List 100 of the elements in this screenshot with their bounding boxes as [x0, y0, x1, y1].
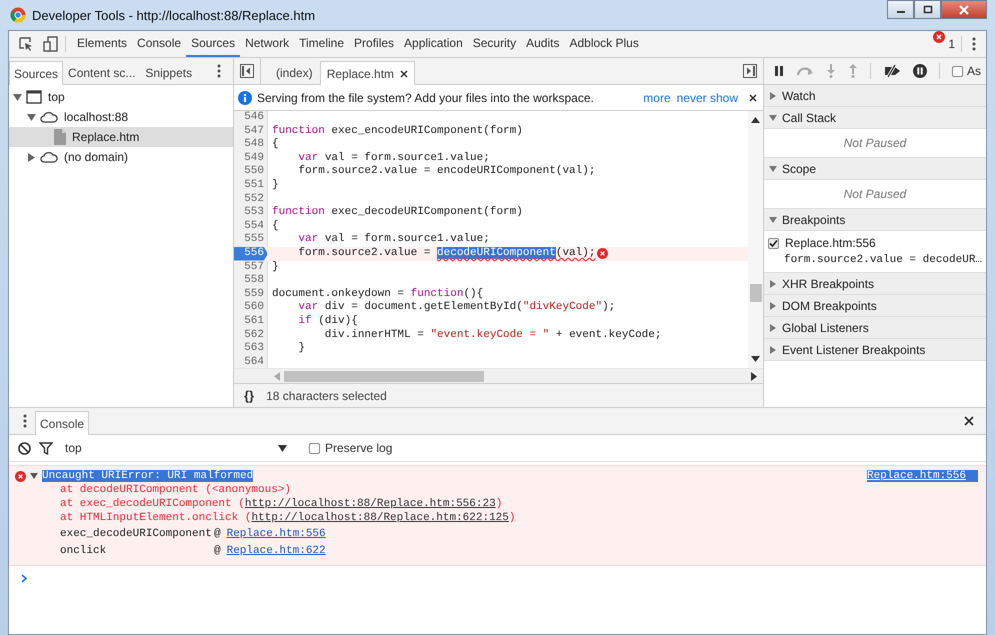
tree-item[interactable]: Replace.htm: [9, 127, 233, 147]
url-link[interactable]: http://localhost:88/Replace.htm:622:125: [251, 512, 509, 524]
disclosure-icon[interactable]: [13, 92, 22, 102]
pause-icon[interactable]: [774, 66, 784, 76]
panel-tab[interactable]: Elements: [72, 31, 132, 57]
checkmark-icon: [769, 238, 778, 248]
line-number[interactable]: 549: [234, 152, 268, 166]
close-icon[interactable]: [749, 94, 757, 102]
close-button[interactable]: [941, 0, 987, 19]
clear-icon[interactable]: [18, 442, 31, 454]
panel-tab[interactable]: Audits: [521, 31, 564, 57]
scrollbar-thumb[interactable]: [750, 284, 762, 302]
selection-status: 18 characters selected: [266, 388, 387, 402]
close-icon[interactable]: [964, 416, 974, 426]
menu-icon[interactable]: [972, 37, 976, 51]
line-number[interactable]: 557: [234, 260, 268, 274]
panel-tab[interactable]: Console: [132, 31, 186, 57]
prompt-icon[interactable]: [21, 574, 27, 583]
checkbox[interactable]: [768, 238, 779, 248]
section-header[interactable]: XHR Breakpoints: [764, 273, 986, 295]
scrollbar-track[interactable]: [234, 368, 763, 383]
source-link[interactable]: Replace.htm:556: [226, 528, 326, 540]
panel-tab[interactable]: Network: [240, 31, 294, 57]
section-header[interactable]: Breakpoints: [764, 209, 986, 231]
line-number[interactable]: 548: [234, 138, 268, 152]
line-number[interactable]: 564: [234, 356, 268, 368]
scroll-right-icon[interactable]: [751, 372, 757, 380]
scrollbar-track[interactable]: [748, 111, 763, 368]
sidebar-toggle-icon[interactable]: [240, 64, 254, 78]
device-icon[interactable]: [43, 36, 59, 52]
line-number[interactable]: 555: [234, 233, 268, 247]
code-line: function exec_decodeURIComponent(form): [271, 206, 523, 220]
section-header[interactable]: Event Listener Breakpoints: [764, 339, 986, 361]
pretty-print-button[interactable]: {}: [244, 388, 254, 403]
deactivate-breakpoints-icon[interactable]: [883, 64, 901, 78]
info-link[interactable]: more: [643, 90, 671, 104]
scroll-down-icon[interactable]: [751, 356, 760, 362]
stack-line: at HTMLInputElement.onclick (http://localhost:88/Replace.htm:622:125): [59, 511, 516, 525]
source-link[interactable]: Replace.htm:622: [226, 544, 326, 556]
minimize-button[interactable]: [887, 0, 914, 19]
checkbox-label: Preserve log: [325, 441, 392, 455]
caret-icon: [278, 444, 287, 452]
panel-tab[interactable]: Security: [468, 31, 522, 57]
checkbox[interactable]: [309, 442, 320, 454]
line-number[interactable]: 563: [234, 342, 268, 356]
checkbox[interactable]: [952, 66, 963, 76]
more-icon[interactable]: [23, 414, 27, 428]
maximize-button[interactable]: [914, 0, 941, 19]
info-icon: [238, 90, 252, 104]
navigator-tab[interactable]: Content sc...: [63, 61, 140, 84]
line-number[interactable]: 552: [234, 192, 268, 206]
tree-item[interactable]: (no domain): [9, 147, 233, 167]
navigator-tab[interactable]: Snippets: [140, 61, 198, 84]
line-number[interactable]: 556: [234, 246, 268, 261]
line-number[interactable]: 558: [234, 274, 268, 288]
disclosure-icon: [769, 114, 777, 122]
close-icon[interactable]: [400, 70, 408, 78]
line-number[interactable]: 554: [234, 220, 268, 234]
code-line: }: [271, 260, 279, 274]
section-header[interactable]: Watch: [764, 85, 986, 107]
file-tab[interactable]: (index): [269, 61, 320, 84]
filter-icon[interactable]: [39, 442, 53, 454]
error-icon: [15, 470, 26, 482]
tree-item[interactable]: localhost:88: [9, 107, 233, 127]
disclosure-icon[interactable]: [27, 112, 36, 122]
disclosure-icon[interactable]: [30, 472, 38, 480]
panel-tab[interactable]: Timeline: [294, 31, 350, 57]
file-tab[interactable]: Replace.htm: [320, 61, 416, 85]
line-number[interactable]: 553: [234, 206, 268, 220]
drawer-tab[interactable]: Console: [35, 411, 90, 435]
section-header[interactable]: Call Stack: [764, 107, 986, 129]
tree-item[interactable]: top: [9, 87, 233, 107]
cloud-icon: [40, 151, 58, 163]
line-number[interactable]: 547: [234, 124, 268, 138]
panel-tab[interactable]: Adblock Plus: [564, 31, 644, 57]
line-number[interactable]: 562: [234, 328, 268, 342]
line-number[interactable]: 560: [234, 301, 268, 315]
scrollbar-thumb[interactable]: [284, 370, 484, 382]
panel-tab[interactable]: Application: [399, 31, 468, 57]
scroll-up-icon[interactable]: [751, 117, 760, 123]
source-link[interactable]: Replace.htm:556: [866, 470, 978, 482]
section-header[interactable]: Global Listeners: [764, 317, 986, 339]
section-header[interactable]: DOM Breakpoints: [764, 295, 986, 317]
pause-on-exceptions-icon[interactable]: [913, 64, 927, 78]
line-number[interactable]: 561: [234, 314, 268, 328]
line-number[interactable]: 551: [234, 178, 268, 193]
line-number[interactable]: 546: [234, 111, 268, 125]
error-count[interactable]: 1: [948, 37, 955, 51]
inspect-icon[interactable]: [18, 36, 34, 52]
sidebar-toggle-icon[interactable]: [743, 64, 757, 78]
info-link[interactable]: never show: [676, 90, 738, 104]
disclosure-icon[interactable]: [27, 152, 36, 162]
navigator-tab[interactable]: Sources: [9, 61, 64, 85]
more-icon[interactable]: [217, 64, 221, 78]
line-number[interactable]: 550: [234, 165, 268, 179]
context-dropdown[interactable]: top: [61, 441, 291, 455]
section-header[interactable]: Scope: [764, 158, 986, 180]
line-number[interactable]: 559: [234, 288, 268, 302]
url-link[interactable]: http://localhost:88/Replace.htm:556:23: [244, 498, 496, 510]
panel-tab[interactable]: Profiles: [349, 31, 400, 57]
